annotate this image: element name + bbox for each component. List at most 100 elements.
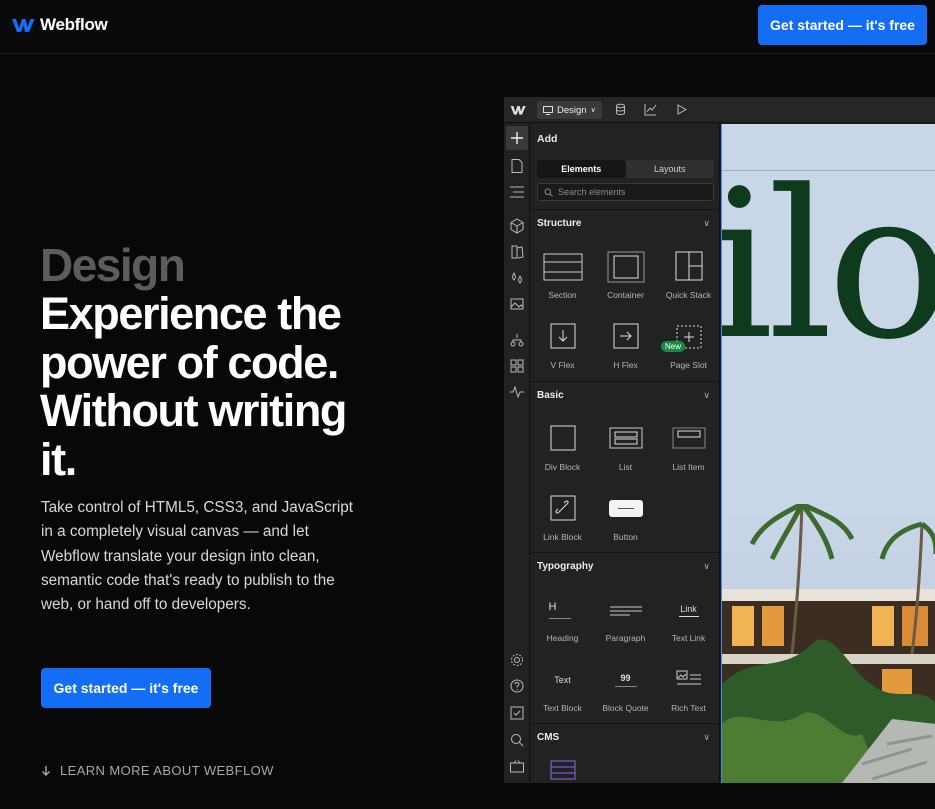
search-placeholder: Search elements — [558, 187, 626, 197]
element-label: Container — [607, 290, 644, 300]
play-icon[interactable] — [675, 103, 688, 116]
button-icon — [608, 500, 643, 517]
v-flex-icon — [550, 323, 575, 349]
help-icon[interactable] — [509, 678, 525, 694]
assets-icon[interactable] — [509, 296, 525, 312]
text-block-icon: Text — [543, 663, 583, 697]
section-icon — [543, 253, 582, 281]
section-header-basic[interactable]: Basic ∨ — [531, 381, 720, 409]
activity-icon[interactable] — [509, 384, 525, 400]
chevron-down-icon: ∨ — [590, 107, 596, 114]
h-flex-icon — [613, 323, 638, 349]
rich-text-icon — [676, 670, 701, 685]
new-badge: New — [661, 341, 686, 352]
element-label: Section — [548, 290, 577, 300]
paragraph-icon — [609, 606, 642, 616]
heading-icon: H — [543, 593, 583, 627]
hero-eyebrow: Design — [40, 239, 186, 291]
element-list-item[interactable]: List Item — [657, 416, 720, 482]
designer-preview: Design ∨ Add Elements Layouts Search ele… — [504, 97, 935, 783]
section-title: CMS — [537, 732, 560, 743]
analytics-icon[interactable] — [644, 103, 657, 116]
collection-list-icon[interactable] — [550, 760, 576, 780]
element-label: Text Link — [671, 633, 706, 643]
text-link-glyph: Link — [680, 603, 697, 614]
section-title: Structure — [537, 218, 582, 229]
element-div-block[interactable]: Div Block — [531, 416, 594, 482]
element-rich-text[interactable]: Rich Text — [657, 657, 720, 723]
block-quote-glyph: 99 — [620, 673, 631, 683]
variables-icon[interactable] — [509, 270, 525, 286]
navigator-icon[interactable] — [509, 184, 525, 200]
text-link-icon: Link — [669, 593, 709, 627]
chevron-down-icon: ∨ — [703, 732, 710, 742]
designer-toolbar: Design ∨ — [504, 97, 935, 123]
list-icon — [609, 427, 642, 449]
tab-layouts[interactable]: Layouts — [626, 160, 715, 178]
add-panel-icon[interactable] — [506, 126, 528, 150]
learn-more-link[interactable]: LEARN MORE ABOUT WEBFLOW — [41, 763, 274, 778]
element-text-link[interactable]: Link Text Link — [657, 587, 720, 653]
design-canvas[interactable]: ilo — [721, 124, 935, 783]
link-block-icon — [550, 495, 575, 521]
brand-name: Webflow — [40, 15, 108, 34]
element-paragraph[interactable]: Paragraph — [594, 587, 657, 653]
video-icon[interactable] — [509, 759, 525, 775]
heading-glyph: H — [548, 601, 557, 613]
element-v-flex[interactable]: V Flex — [531, 314, 594, 380]
libraries-icon[interactable] — [509, 244, 525, 260]
arrow-down-icon — [42, 765, 50, 776]
tab-elements[interactable]: Elements — [537, 160, 626, 178]
element-list[interactable]: List — [594, 416, 657, 482]
panel-tab-switcher: Elements Layouts — [537, 160, 714, 178]
element-label: Button — [613, 532, 638, 542]
panel-title: Add — [537, 133, 558, 145]
top-navigation: Webflow Get started — it's free — [0, 0, 935, 54]
pages-icon[interactable] — [509, 158, 525, 174]
element-label: List — [618, 462, 633, 472]
canvas-headline: ilo — [721, 147, 935, 385]
logic-icon[interactable] — [509, 332, 525, 348]
get-started-hero-button[interactable]: Get started — it's free — [41, 668, 211, 708]
hero-headline: Experience the power of code. Without wr… — [40, 288, 347, 485]
webflow-logo[interactable]: Webflow — [11, 15, 108, 35]
webflow-w-icon[interactable] — [510, 104, 526, 116]
chevron-down-icon: ∨ — [703, 561, 710, 571]
element-container[interactable]: Container — [594, 244, 657, 310]
element-h-flex[interactable]: H Flex — [594, 314, 657, 380]
element-block-quote[interactable]: 99 Block Quote — [594, 657, 657, 723]
settings-icon[interactable] — [509, 652, 525, 668]
quick-stack-icon — [675, 251, 702, 281]
element-text-block[interactable]: Text Text Block — [531, 657, 594, 723]
audit-checkbox-icon[interactable] — [509, 705, 525, 721]
block-quote-icon: 99 — [606, 663, 646, 697]
element-label: Paragraph — [605, 633, 646, 643]
search-elements-input[interactable]: Search elements — [537, 183, 714, 201]
database-icon[interactable] — [614, 103, 627, 116]
get-started-nav-button[interactable]: Get started — it's free — [758, 5, 927, 45]
text-block-glyph: Text — [554, 675, 571, 685]
element-label: Text Block — [543, 703, 582, 713]
section-header-cms[interactable]: CMS ∨ — [531, 723, 720, 751]
div-block-icon — [550, 425, 575, 451]
design-mode-label: Design — [557, 104, 587, 116]
element-label: Div Block — [544, 462, 581, 472]
element-section[interactable]: Section — [531, 244, 594, 310]
section-header-typography[interactable]: Typography ∨ — [531, 552, 720, 580]
element-button[interactable]: Button — [594, 486, 657, 552]
element-label: Link Block — [543, 532, 582, 542]
search-icon — [544, 188, 553, 197]
apps-icon[interactable] — [509, 358, 525, 374]
element-link-block[interactable]: Link Block — [531, 486, 594, 552]
container-icon — [607, 251, 644, 283]
hero-description: Take control of HTML5, CSS3, and JavaScr… — [41, 499, 354, 614]
design-mode-dropdown[interactable]: Design ∨ — [537, 101, 602, 119]
element-label: Rich Text — [671, 703, 706, 713]
section-header-structure[interactable]: Structure ∨ — [531, 209, 720, 237]
element-label: H Flex — [613, 360, 638, 370]
section-title: Basic — [537, 390, 564, 401]
components-icon[interactable] — [509, 218, 525, 234]
element-quick-stack[interactable]: Quick Stack — [657, 244, 720, 310]
element-heading[interactable]: H Heading — [531, 587, 594, 653]
search-icon[interactable] — [509, 732, 525, 748]
